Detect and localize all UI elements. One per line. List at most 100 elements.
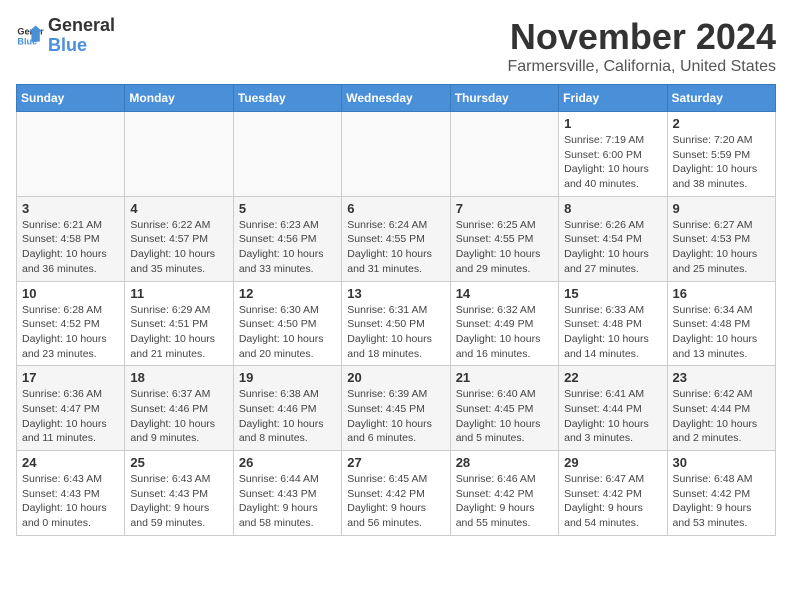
day-info: Sunrise: 6:41 AM Sunset: 4:44 PM Dayligh… [564,387,661,446]
calendar-week-5: 24 Sunrise: 6:43 AM Sunset: 4:43 PM Dayli… [17,451,776,536]
calendar-cell: 5 Sunrise: 6:23 AM Sunset: 4:56 PM Daylig… [233,196,341,281]
day-number: 16 [673,286,770,301]
day-info: Sunrise: 6:38 AM Sunset: 4:46 PM Dayligh… [239,387,336,446]
calendar-cell: 12 Sunrise: 6:30 AM Sunset: 4:50 PM Dayli… [233,281,341,366]
day-info: Sunrise: 6:28 AM Sunset: 4:52 PM Dayligh… [22,303,119,362]
logo-text: General Blue [48,16,115,56]
calendar-week-3: 10 Sunrise: 6:28 AM Sunset: 4:52 PM Dayli… [17,281,776,366]
day-info: Sunrise: 6:24 AM Sunset: 4:55 PM Dayligh… [347,218,444,277]
calendar-cell: 30Sunrise: 6:48 AM Sunset: 4:42 PM Dayli… [667,451,775,536]
calendar-cell: 14Sunrise: 6:32 AM Sunset: 4:49 PM Dayli… [450,281,558,366]
calendar-cell: 22 Sunrise: 6:41 AM Sunset: 4:44 PM Dayli… [559,366,667,451]
calendar-cell [233,112,341,197]
calendar-cell: 11 Sunrise: 6:29 AM Sunset: 4:51 PM Dayli… [125,281,233,366]
day-info: Sunrise: 6:30 AM Sunset: 4:50 PM Dayligh… [239,303,336,362]
day-info: Sunrise: 6:31 AM Sunset: 4:50 PM Dayligh… [347,303,444,362]
day-number: 2 [673,116,770,131]
weekday-header-thursday: Thursday [450,85,558,112]
day-info: Sunrise: 6:34 AM Sunset: 4:48 PM Dayligh… [673,303,770,362]
calendar-cell: 2 Sunrise: 7:20 AM Sunset: 5:59 PM Daylig… [667,112,775,197]
weekday-header-wednesday: Wednesday [342,85,450,112]
day-number: 12 [239,286,336,301]
day-info: Sunrise: 6:42 AM Sunset: 4:44 PM Dayligh… [673,387,770,446]
calendar-cell [17,112,125,197]
day-number: 11 [130,286,227,301]
day-info: Sunrise: 6:44 AM Sunset: 4:43 PM Dayligh… [239,472,336,531]
day-info: Sunrise: 6:40 AM Sunset: 4:45 PM Dayligh… [456,387,553,446]
calendar-cell: 16 Sunrise: 6:34 AM Sunset: 4:48 PM Dayli… [667,281,775,366]
weekday-header-monday: Monday [125,85,233,112]
day-number: 18 [130,370,227,385]
calendar-cell [125,112,233,197]
calendar-cell [342,112,450,197]
calendar-cell: 3Sunrise: 6:21 AM Sunset: 4:58 PM Daylig… [17,196,125,281]
day-info: Sunrise: 6:27 AM Sunset: 4:53 PM Dayligh… [673,218,770,277]
day-number: 20 [347,370,444,385]
calendar-cell: 4Sunrise: 6:22 AM Sunset: 4:57 PM Daylig… [125,196,233,281]
day-info: Sunrise: 6:29 AM Sunset: 4:51 PM Dayligh… [130,303,227,362]
day-number: 25 [130,455,227,470]
calendar-cell: 24 Sunrise: 6:43 AM Sunset: 4:43 PM Dayli… [17,451,125,536]
day-number: 29 [564,455,661,470]
day-info: Sunrise: 7:19 AM Sunset: 6:00 PM Dayligh… [564,133,661,192]
calendar-body: 1 Sunrise: 7:19 AM Sunset: 6:00 PM Daylig… [17,112,776,536]
day-info: Sunrise: 6:36 AM Sunset: 4:47 PM Dayligh… [22,387,119,446]
day-number: 7 [456,201,553,216]
day-number: 8 [564,201,661,216]
day-number: 1 [564,116,661,131]
day-info: Sunrise: 6:21 AM Sunset: 4:58 PM Dayligh… [22,218,119,277]
day-info: Sunrise: 7:20 AM Sunset: 5:59 PM Dayligh… [673,133,770,192]
weekday-header-row: SundayMondayTuesdayWednesdayThursdayFrid… [17,85,776,112]
day-info: Sunrise: 6:39 AM Sunset: 4:45 PM Dayligh… [347,387,444,446]
calendar-cell: 23 Sunrise: 6:42 AM Sunset: 4:44 PM Dayli… [667,366,775,451]
weekday-header-sunday: Sunday [17,85,125,112]
logo: General Blue General Blue [16,16,115,56]
day-number: 13 [347,286,444,301]
calendar-cell: 6 Sunrise: 6:24 AM Sunset: 4:55 PM Daylig… [342,196,450,281]
calendar-cell: 29Sunrise: 6:47 AM Sunset: 4:42 PM Dayli… [559,451,667,536]
calendar-table: SundayMondayTuesdayWednesdayThursdayFrid… [16,84,776,536]
day-number: 22 [564,370,661,385]
calendar-cell: 13 Sunrise: 6:31 AM Sunset: 4:50 PM Dayli… [342,281,450,366]
day-info: Sunrise: 6:43 AM Sunset: 4:43 PM Dayligh… [130,472,227,531]
day-number: 9 [673,201,770,216]
day-info: Sunrise: 6:48 AM Sunset: 4:42 PM Dayligh… [673,472,770,531]
day-number: 23 [673,370,770,385]
calendar-cell: 1 Sunrise: 7:19 AM Sunset: 6:00 PM Daylig… [559,112,667,197]
day-info: Sunrise: 6:32 AM Sunset: 4:49 PM Dayligh… [456,303,553,362]
logo-icon: General Blue [16,22,44,50]
calendar-cell: 18 Sunrise: 6:37 AM Sunset: 4:46 PM Dayli… [125,366,233,451]
weekday-header-tuesday: Tuesday [233,85,341,112]
day-number: 19 [239,370,336,385]
page-header: General Blue General Blue November 2024 … [16,16,776,76]
day-number: 28 [456,455,553,470]
calendar-cell: 19 Sunrise: 6:38 AM Sunset: 4:46 PM Dayli… [233,366,341,451]
day-info: Sunrise: 6:37 AM Sunset: 4:46 PM Dayligh… [130,387,227,446]
day-number: 24 [22,455,119,470]
day-number: 21 [456,370,553,385]
calendar-cell: 10 Sunrise: 6:28 AM Sunset: 4:52 PM Dayli… [17,281,125,366]
day-info: Sunrise: 6:33 AM Sunset: 4:48 PM Dayligh… [564,303,661,362]
day-info: Sunrise: 6:45 AM Sunset: 4:42 PM Dayligh… [347,472,444,531]
day-info: Sunrise: 6:22 AM Sunset: 4:57 PM Dayligh… [130,218,227,277]
calendar-week-1: 1 Sunrise: 7:19 AM Sunset: 6:00 PM Daylig… [17,112,776,197]
calendar-cell: 21 Sunrise: 6:40 AM Sunset: 4:45 PM Dayli… [450,366,558,451]
calendar-week-2: 3Sunrise: 6:21 AM Sunset: 4:58 PM Daylig… [17,196,776,281]
day-number: 27 [347,455,444,470]
calendar-cell [450,112,558,197]
weekday-header-saturday: Saturday [667,85,775,112]
day-info: Sunrise: 6:46 AM Sunset: 4:42 PM Dayligh… [456,472,553,531]
day-number: 6 [347,201,444,216]
calendar-cell: 15 Sunrise: 6:33 AM Sunset: 4:48 PM Dayli… [559,281,667,366]
calendar-cell: 20 Sunrise: 6:39 AM Sunset: 4:45 PM Dayli… [342,366,450,451]
calendar-header: SundayMondayTuesdayWednesdayThursdayFrid… [17,85,776,112]
day-info: Sunrise: 6:43 AM Sunset: 4:43 PM Dayligh… [22,472,119,531]
calendar-cell: 17Sunrise: 6:36 AM Sunset: 4:47 PM Dayli… [17,366,125,451]
day-info: Sunrise: 6:23 AM Sunset: 4:56 PM Dayligh… [239,218,336,277]
day-number: 10 [22,286,119,301]
calendar-cell: 28 Sunrise: 6:46 AM Sunset: 4:42 PM Dayli… [450,451,558,536]
day-info: Sunrise: 6:25 AM Sunset: 4:55 PM Dayligh… [456,218,553,277]
calendar-cell: 25 Sunrise: 6:43 AM Sunset: 4:43 PM Dayli… [125,451,233,536]
day-number: 15 [564,286,661,301]
day-number: 5 [239,201,336,216]
